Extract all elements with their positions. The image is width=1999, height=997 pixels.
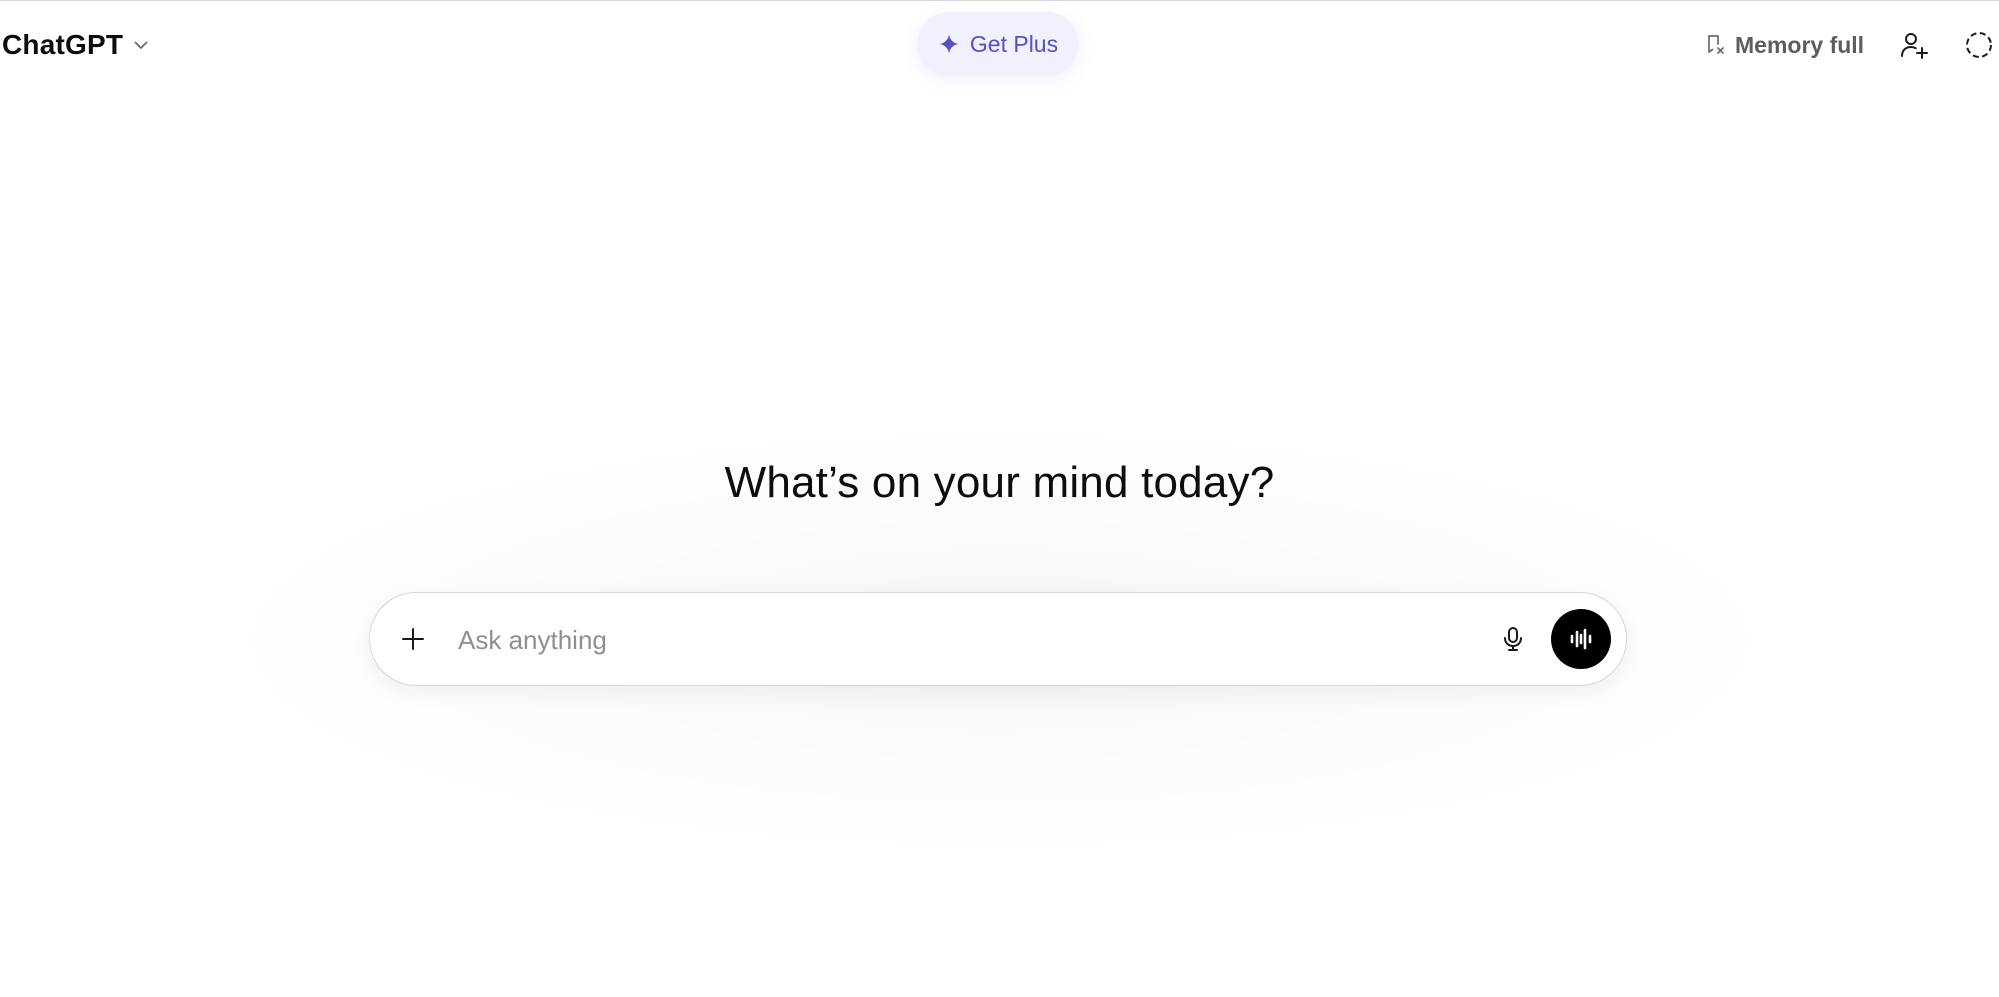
voice-mode-icon: [1566, 624, 1596, 654]
plus-icon: [399, 625, 427, 653]
get-plus-button[interactable]: Get Plus: [917, 12, 1079, 76]
memory-full-label: Memory full: [1735, 31, 1865, 58]
page-title: What’s on your mind today?: [724, 458, 1275, 507]
add-people-button[interactable]: [1894, 25, 1934, 65]
get-plus-label: Get Plus: [969, 30, 1059, 57]
temporary-chat-icon: [1963, 29, 1995, 61]
memory-full-indicator[interactable]: Memory full: [1703, 27, 1864, 63]
sparkle-icon: [938, 33, 960, 55]
temporary-chat-button[interactable]: [1959, 25, 1999, 65]
model-title: ChatGPT: [2, 29, 124, 60]
dictate-button[interactable]: [1491, 617, 1535, 661]
add-people-icon: [1898, 29, 1930, 61]
microphone-icon: [1499, 625, 1527, 653]
header: ChatGPT Get Plus Memory full: [0, 1, 1999, 89]
chevron-down-icon: [131, 35, 151, 55]
voice-mode-button[interactable]: [1551, 609, 1611, 669]
model-switcher[interactable]: ChatGPT: [2, 23, 151, 67]
prompt-composer: [369, 592, 1627, 686]
attach-button[interactable]: [390, 616, 436, 662]
memory-full-icon: [1703, 33, 1727, 57]
prompt-input[interactable]: [456, 615, 1460, 665]
